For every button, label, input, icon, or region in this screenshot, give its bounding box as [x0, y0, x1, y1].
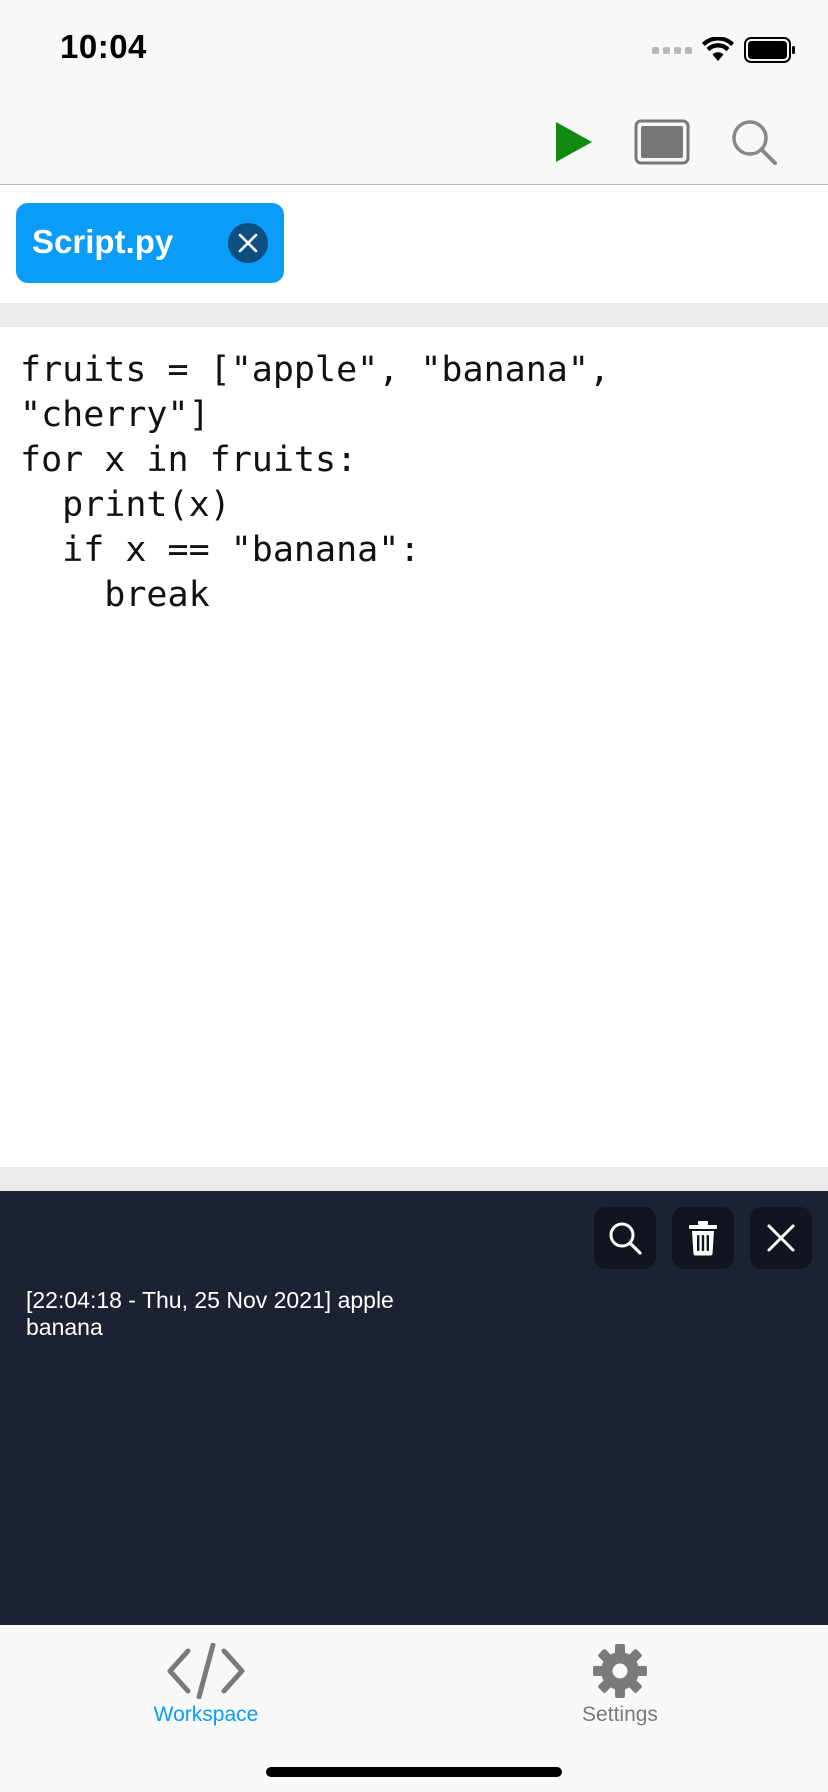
editor-toolbar — [0, 96, 828, 185]
wifi-icon — [702, 37, 734, 61]
status-indicators — [652, 34, 796, 66]
cellular-signal-icon — [652, 46, 692, 54]
close-console-button[interactable] — [750, 1207, 812, 1269]
code-line: "cherry"] — [20, 395, 210, 435]
search-icon — [732, 120, 777, 165]
file-tab-script[interactable]: Script.py — [16, 203, 284, 283]
search-button[interactable] — [726, 114, 782, 170]
status-bar: 10:04 — [0, 0, 828, 96]
search-icon — [609, 1222, 642, 1255]
close-icon — [238, 233, 258, 253]
console-top-divider[interactable] — [0, 1167, 828, 1191]
battery-icon — [744, 37, 795, 63]
play-icon — [556, 122, 592, 162]
tab-settings-label: Settings — [582, 1703, 658, 1726]
open-files-tabs: Script.py — [0, 185, 828, 303]
code-line: break — [20, 575, 210, 615]
close-tab-button[interactable] — [228, 223, 268, 263]
editor-top-divider — [0, 303, 828, 327]
console-window-icon — [634, 119, 690, 165]
home-indicator[interactable] — [266, 1767, 562, 1777]
file-tab-label: Script.py — [32, 223, 174, 260]
close-icon — [767, 1224, 795, 1252]
run-button[interactable] — [544, 114, 600, 170]
tab-workspace[interactable]: Workspace — [106, 1643, 306, 1743]
code-line: if x == "banana": — [20, 530, 421, 570]
console-output: [22:04:18 - Thu, 25 Nov 2021] apple banan… — [26, 1287, 394, 1341]
tab-settings[interactable]: Settings — [520, 1643, 720, 1743]
clear-console-button[interactable] — [672, 1207, 734, 1269]
code-line: fruits = ["apple", "banana", — [20, 350, 611, 390]
status-time: 10:04 — [60, 28, 147, 65]
toggle-console-button[interactable] — [634, 114, 690, 170]
gear-icon — [593, 1644, 647, 1698]
code-editor[interactable]: fruits = ["apple", "banana", "cherry"] f… — [0, 327, 828, 1167]
code-icon — [167, 1643, 245, 1699]
trash-icon — [689, 1221, 717, 1256]
tab-workspace-label: Workspace — [153, 1703, 259, 1726]
console-line: banana — [26, 1314, 103, 1340]
code-line: for x in fruits: — [20, 440, 358, 480]
console-line: [22:04:18 - Thu, 25 Nov 2021] apple — [26, 1287, 394, 1313]
console-panel: [22:04:18 - Thu, 25 Nov 2021] apple banan… — [0, 1191, 828, 1625]
console-search-button[interactable] — [594, 1207, 656, 1269]
code-line: print(x) — [20, 485, 231, 525]
